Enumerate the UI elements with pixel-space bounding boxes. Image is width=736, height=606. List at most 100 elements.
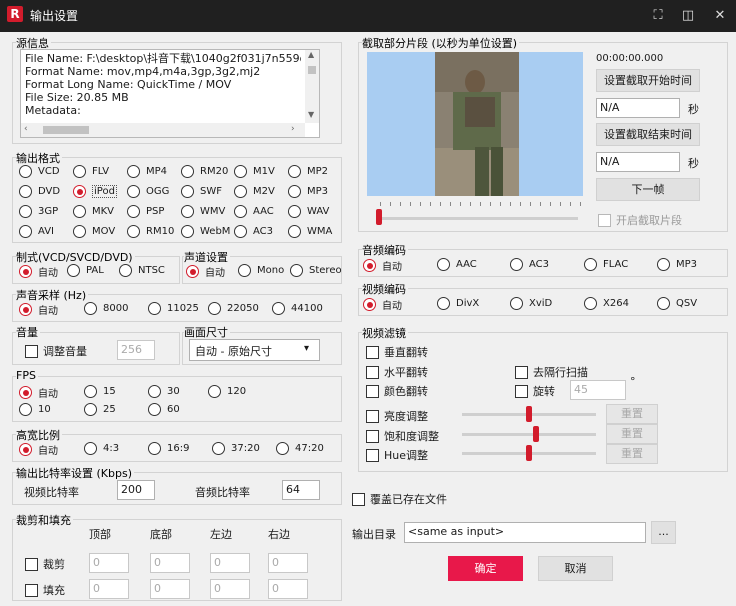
crop-value-input[interactable]: 0 [89, 579, 129, 599]
brightness-reset-button[interactable]: 重置 [606, 404, 658, 424]
radio-dot-icon[interactable] [84, 302, 97, 315]
crop-value-input[interactable]: 0 [268, 553, 308, 573]
format-radio[interactable]: iPod [73, 185, 117, 198]
video-codec-radio[interactable]: DivX [437, 297, 479, 310]
chevron-down-icon[interactable]: ▾ [304, 343, 309, 354]
video-bitrate-input[interactable]: 200 [117, 480, 155, 500]
video-codec-radio[interactable]: X264 [584, 297, 629, 310]
format-radio[interactable]: WebM [181, 225, 230, 238]
video-codec-radio[interactable]: XviD [510, 297, 552, 310]
radio-dot-icon[interactable] [181, 165, 194, 178]
hue-checkbox[interactable]: Hue调整 [366, 447, 428, 463]
radio-dot-icon[interactable] [127, 185, 140, 198]
output-dir-input[interactable]: <same as input> [404, 522, 646, 543]
rotate-angle-input[interactable]: 45 [570, 380, 626, 400]
format-radio[interactable]: M2V [234, 185, 275, 198]
crop-value-input[interactable]: 0 [210, 579, 250, 599]
aspect-radio[interactable]: 37:20 [212, 442, 260, 455]
hue-reset-button[interactable]: 重置 [606, 444, 658, 464]
radio-dot-icon[interactable] [127, 205, 140, 218]
format-radio[interactable]: OGG [127, 185, 169, 198]
radio-dot-icon[interactable] [19, 303, 32, 316]
radio-dot-icon[interactable] [584, 297, 597, 310]
horizontal-scrollbar[interactable]: ‹ › [21, 123, 305, 137]
format-radio[interactable]: WMA [288, 225, 332, 238]
crop-row-box[interactable] [25, 583, 38, 597]
sample-rate-radio[interactable]: 22050 [208, 302, 259, 315]
audio-codec-radio[interactable]: AAC [437, 258, 477, 271]
color-flip-box[interactable] [366, 384, 379, 398]
radio-dot-icon[interactable] [657, 258, 670, 271]
source-info-textbox[interactable]: File Name: F:\desktop\抖音下载\1040g2f031j7n… [20, 49, 320, 138]
radio-dot-icon[interactable] [148, 385, 161, 398]
radio-dot-icon[interactable] [186, 265, 199, 278]
ok-button[interactable]: 确定 [448, 556, 523, 581]
overwrite-checkbox[interactable]: 覆盖已存在文件 [352, 491, 447, 507]
brightness-slider-thumb[interactable] [526, 406, 532, 422]
format-radio[interactable]: DVD [19, 185, 60, 198]
radio-dot-icon[interactable] [19, 443, 32, 456]
screenshot-icon[interactable]: ◫ [680, 8, 696, 24]
fullscreen-icon[interactable]: ⛶ [650, 8, 666, 24]
format-radio[interactable]: RM10 [127, 225, 174, 238]
radio-dot-icon[interactable] [127, 165, 140, 178]
crop-value-input[interactable]: 0 [89, 553, 129, 573]
radio-dot-icon[interactable] [19, 225, 32, 238]
aspect-radio[interactable]: 自动 [19, 442, 58, 457]
saturation-slider-thumb[interactable] [532, 426, 539, 442]
radio-dot-icon[interactable] [73, 165, 86, 178]
format-radio[interactable]: SWF [181, 185, 222, 198]
radio-dot-icon[interactable] [272, 302, 285, 315]
radio-dot-icon[interactable] [84, 442, 97, 455]
audio-codec-radio[interactable]: AC3 [510, 258, 549, 271]
aspect-radio[interactable]: 47:20 [276, 442, 324, 455]
enable-clip-box[interactable] [598, 213, 611, 227]
aspect-radio[interactable]: 16:9 [148, 442, 189, 455]
radio-dot-icon[interactable] [84, 385, 97, 398]
vertical-scrollbar[interactable]: ▲ ▼ [305, 50, 319, 123]
crop-value-input[interactable]: 0 [268, 579, 308, 599]
radio-dot-icon[interactable] [234, 225, 247, 238]
format-radio[interactable]: FLV [73, 165, 109, 178]
channel-radio[interactable]: Mono [238, 264, 284, 277]
radio-dot-icon[interactable] [127, 225, 140, 238]
radio-dot-icon[interactable] [208, 302, 221, 315]
fps-radio[interactable]: 15 [84, 385, 116, 398]
saturation-checkbox[interactable]: 饱和度调整 [366, 428, 439, 444]
end-time-input[interactable]: N/A [596, 152, 680, 172]
video-codec-radio[interactable]: 自动 [363, 297, 402, 312]
format-radio[interactable]: VCD [19, 165, 60, 178]
crop-value-input[interactable]: 0 [150, 553, 190, 573]
brightness-checkbox[interactable]: 亮度调整 [366, 408, 428, 424]
radio-dot-icon[interactable] [657, 297, 670, 310]
frame-size-select[interactable]: 自动 - 原始尺寸 ▾ [189, 339, 320, 361]
channel-radio[interactable]: Stereo [290, 264, 342, 277]
overwrite-box[interactable] [352, 492, 365, 506]
radio-dot-icon[interactable] [19, 265, 32, 278]
radio-dot-icon[interactable] [73, 205, 86, 218]
scroll-up-icon[interactable]: ▲ [308, 50, 314, 59]
crop-row-box[interactable] [25, 557, 38, 571]
hue-box[interactable] [366, 448, 379, 462]
fps-radio[interactable]: 自动 [19, 385, 58, 400]
radio-dot-icon[interactable] [19, 185, 32, 198]
format-radio[interactable]: MP2 [288, 165, 328, 178]
sample-rate-radio[interactable]: 11025 [148, 302, 199, 315]
fps-radio[interactable]: 30 [148, 385, 180, 398]
crop-value-input[interactable]: 0 [210, 553, 250, 573]
clip-timeline-thumb[interactable] [376, 209, 382, 225]
adjust-volume-checkbox[interactable]: 调整音量 [25, 343, 87, 359]
volume-input[interactable]: 256 [117, 340, 155, 360]
radio-dot-icon[interactable] [288, 185, 301, 198]
scroll-right-icon[interactable]: › [291, 124, 295, 134]
scroll-left-icon[interactable]: ‹ [24, 124, 28, 134]
close-icon[interactable]: ✕ [712, 8, 728, 24]
rotate-box[interactable] [515, 384, 528, 398]
radio-dot-icon[interactable] [19, 165, 32, 178]
radio-dot-icon[interactable] [181, 225, 194, 238]
radio-dot-icon[interactable] [73, 225, 86, 238]
radio-dot-icon[interactable] [510, 297, 523, 310]
saturation-reset-button[interactable]: 重置 [606, 424, 658, 444]
radio-dot-icon[interactable] [288, 225, 301, 238]
scroll-down-icon[interactable]: ▼ [308, 110, 314, 119]
